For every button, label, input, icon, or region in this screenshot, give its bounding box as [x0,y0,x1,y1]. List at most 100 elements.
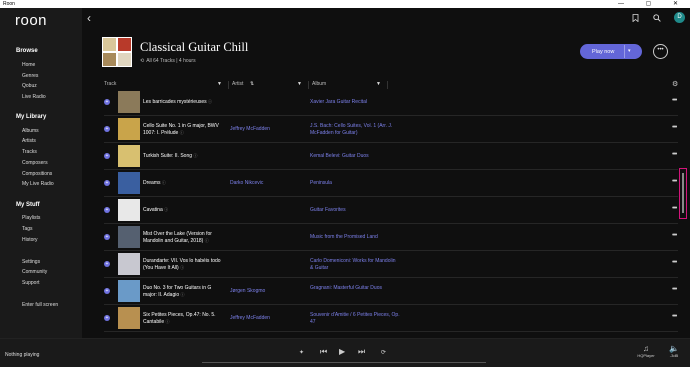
info-icon: ⓘ [164,207,169,212]
gear-icon[interactable]: ⚙ [672,80,678,88]
add-track-button[interactable]: + [104,180,110,186]
sidebar-item-playlists[interactable]: Playlists [22,215,40,221]
sidebar-item-genres[interactable]: Genres [22,73,38,79]
track-album[interactable]: Souvenir d'Amitie / 6 Petites Pieces, Op… [310,312,400,325]
table-row[interactable]: + Les barricades mystérieuses ⓘ Xavier Jar… [104,89,678,116]
scrollbar[interactable] [679,168,687,219]
roon-logo[interactable]: roon [15,12,47,29]
sidebar-item-community[interactable]: Community [22,269,47,275]
row-more-icon[interactable]: ••• [672,259,677,266]
search-icon[interactable] [653,14,661,24]
add-track-button[interactable]: + [104,261,110,267]
track-album[interactable]: Peninsula [310,180,400,187]
table-row[interactable]: + Dreams ⓘ Darko Nikcevic Peninsula ••• [104,170,678,197]
next-icon[interactable]: ⏭ [358,347,365,357]
track-album[interactable]: Carlo Domeniconi: Works for Mandolin & G… [310,258,400,271]
track-title-text: Cavatina [143,207,163,213]
add-track-button[interactable]: + [104,153,110,159]
track-title[interactable]: Dreams ⓘ [143,180,223,187]
chevron-down-icon[interactable]: ▾ [628,48,631,54]
bookmark-icon[interactable] [632,14,639,24]
add-track-button[interactable]: + [104,99,110,105]
filter-icon[interactable]: ▼ [376,81,381,87]
table-row[interactable]: + Durandarte: VII. Vos lo habéis todo (Yo… [104,251,678,278]
zone-selector[interactable]: ♫ HQPlayer [636,344,656,358]
sidebar-item-live-radio[interactable]: Live Radio [22,94,46,100]
track-title[interactable]: Turkish Suite: II. Song ⓘ [143,153,223,160]
sidebar-item-composers[interactable]: Composers [22,160,48,166]
add-track-button[interactable]: + [104,234,110,240]
info-icon: ⓘ [180,291,185,297]
more-options-button[interactable]: ••• [653,44,668,59]
sidebar-item-support[interactable]: Support [22,280,40,286]
track-artist[interactable]: Jeffrey McFadden [230,315,270,321]
info-icon: ⓘ [165,318,170,324]
back-icon[interactable]: ‹ [87,11,91,25]
previous-icon[interactable]: ⏮ [320,347,327,357]
play-now-button[interactable]: Play now ▾ [580,44,642,59]
column-header-track[interactable]: Track [104,81,116,87]
track-artist[interactable]: Darko Nikcevic [230,180,263,186]
sidebar-item-settings[interactable]: Settings [22,259,40,265]
column-header-album[interactable]: Album [312,81,326,87]
fullscreen-link[interactable]: Enter full screen [22,302,58,308]
sidebar-item-history[interactable]: History [22,237,38,243]
play-icon[interactable]: ▶ [339,347,345,356]
row-more-icon[interactable]: ••• [672,286,677,293]
track-album[interactable]: J.S. Bach: Cello Suites, Vol. 1 (Arr. J.… [310,123,400,136]
sidebar-item-tracks[interactable]: Tracks [22,149,37,155]
track-title[interactable]: Duo No. 3 for Two Guitars in G major: II… [143,285,223,298]
track-album[interactable]: Kemal Belevi: Guitar Duos [310,153,400,160]
column-header-artist[interactable]: Artist [232,81,243,87]
add-track-button[interactable]: + [104,207,110,213]
table-row[interactable]: + Cavatina ⓘ Guitar Favorites ••• [104,197,678,224]
track-album[interactable]: Xavier Jara Guitar Recital [310,99,400,106]
repeat-icon[interactable]: ⟳ [381,349,386,356]
row-more-icon[interactable]: ••• [672,97,677,104]
sidebar-item-artists[interactable]: Artists [22,138,36,144]
speaker-icon: ♫ [643,344,649,353]
table-row[interactable]: + Duo No. 3 for Two Guitars in G major: I… [104,278,678,305]
table-row[interactable]: + Six Petites Pieces, Op.47: No. 5. Canta… [104,305,678,332]
volume-control[interactable]: 🔈 -3dB [664,344,684,358]
table-row[interactable]: + Cello Suite No. 1 in G major, BWV 1007:… [104,116,678,143]
sidebar-item-qobuz[interactable]: Qobuz [22,83,37,89]
scrollbar-thumb[interactable] [682,173,684,213]
track-title[interactable]: Six Petites Pieces, Op.47: No. 5. Cantab… [143,312,223,325]
add-track-button[interactable]: + [104,315,110,321]
sidebar-item-my-live-radio[interactable]: My Live Radio [22,181,54,187]
track-title[interactable]: Cello Suite No. 1 in G major, BWV 1007: … [143,123,223,136]
add-track-button[interactable]: + [104,126,110,132]
shuffle-icon[interactable]: ✦ [299,349,304,356]
track-artist[interactable]: Jørgen Skogmo [230,288,265,294]
sidebar-item-tags[interactable]: Tags [22,226,33,232]
track-album[interactable]: Guitar Favorites [310,207,400,214]
row-more-icon[interactable]: ••• [672,232,677,239]
avatar[interactable]: D [674,12,685,23]
row-more-icon[interactable]: ••• [672,178,677,185]
track-album[interactable]: Gragnani: Masterful Guitar Duos [310,285,400,292]
table-row[interactable]: + Turkish Suite: II. Song ⓘ Kemal Belevi: … [104,143,678,170]
sidebar-item-home[interactable]: Home [22,62,35,68]
sidebar-section-my-stuff: My Stuff [16,202,40,208]
filter-icon[interactable]: ▼ [297,81,302,87]
row-more-icon[interactable]: ••• [672,151,677,158]
track-title[interactable]: Mist Over the Lake (Version for Mandolin… [143,231,223,244]
track-artist[interactable]: Jeffrey McFadden [230,126,270,132]
sidebar-item-albums[interactable]: Albums [22,128,39,134]
track-album[interactable]: Music from the Promised Land [310,234,400,241]
track-title-text: Duo No. 3 for Two Guitars in G major: II… [143,285,212,298]
row-more-icon[interactable]: ••• [672,124,677,131]
track-title[interactable]: Cavatina ⓘ [143,207,223,214]
row-more-icon[interactable]: ••• [672,313,677,320]
table-row[interactable]: + Mist Over the Lake (Version for Mandoli… [104,224,678,251]
track-title[interactable]: Durandarte: VII. Vos lo habéis todo (You… [143,258,223,271]
window-controls[interactable]: — ▢ ✕ [618,0,688,8]
add-track-button[interactable]: + [104,288,110,294]
seek-bar[interactable] [202,362,486,363]
row-more-icon[interactable]: ••• [672,205,677,212]
sort-icon[interactable]: ⇅ [250,81,254,87]
sidebar-item-compositions[interactable]: Compositions [22,171,52,177]
track-title[interactable]: Les barricades mystérieuses ⓘ [143,99,223,106]
filter-icon[interactable]: ▼ [217,81,222,87]
